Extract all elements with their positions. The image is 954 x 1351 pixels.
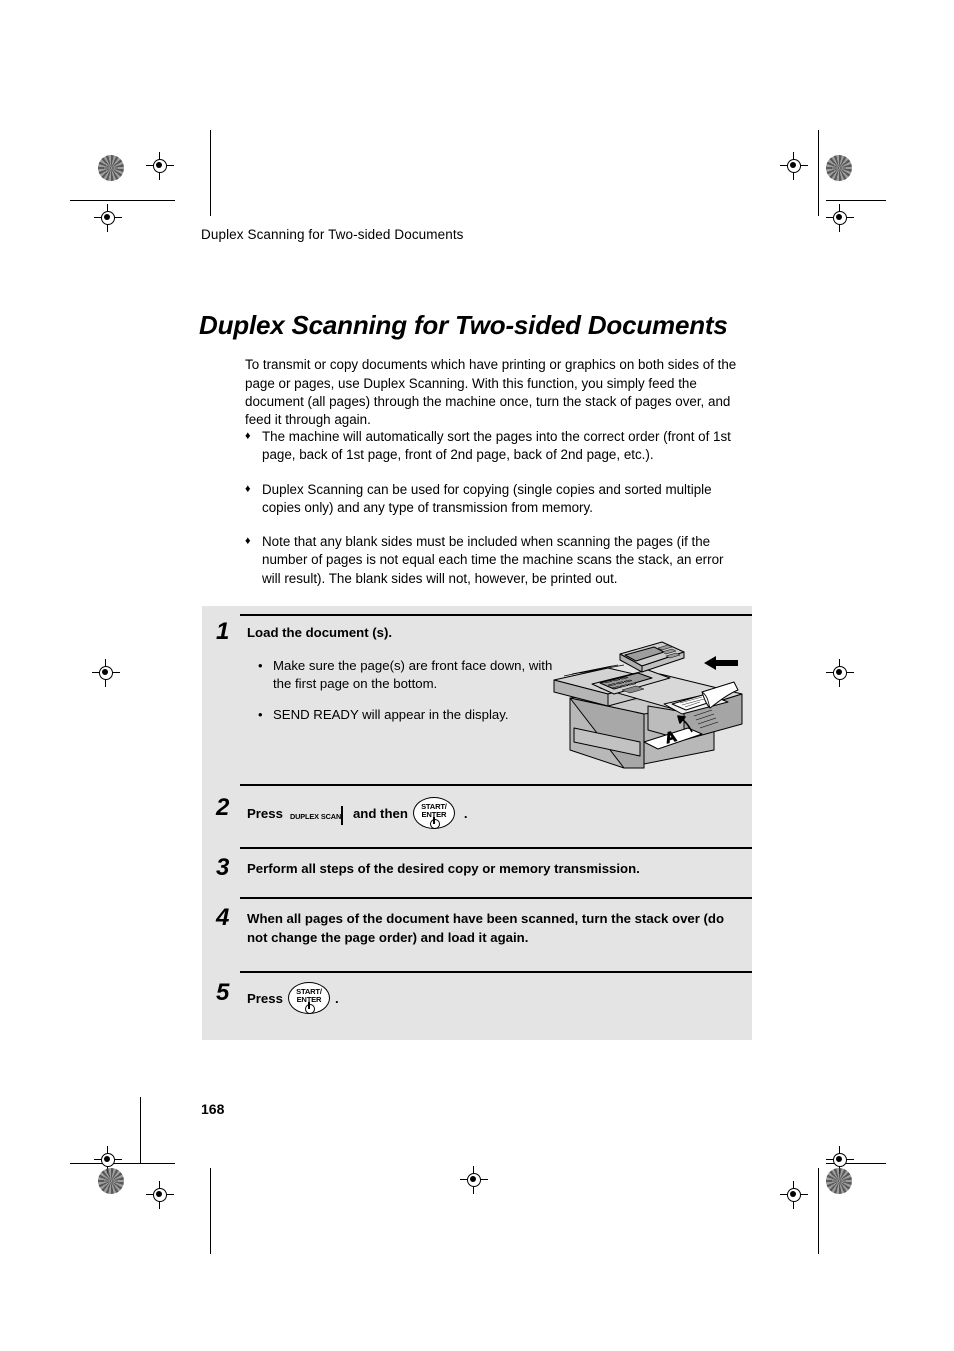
step-heading: Press DUPLEX SCAN and then START/ ENTER … bbox=[247, 797, 468, 829]
registration-target-top-left-inner bbox=[146, 152, 174, 180]
crop-line-bottom-left-vertical-2 bbox=[210, 1168, 211, 1254]
registration-target-top-right-inner bbox=[780, 152, 808, 180]
list-item: • SEND READY will appear in the display. bbox=[257, 706, 557, 724]
step-heading: When all pages of the document have been… bbox=[247, 911, 725, 945]
registration-target-bottom-center bbox=[460, 1166, 488, 1194]
step-number: 5 bbox=[216, 979, 230, 1006]
crop-line-top-right-vertical bbox=[818, 130, 819, 216]
trailing-period: . bbox=[334, 990, 339, 1006]
crop-line-bottom-left-vertical bbox=[140, 1097, 141, 1163]
step-heading: Load the document (s). bbox=[247, 625, 393, 640]
halftone-patch-top-right bbox=[826, 155, 852, 181]
round-bullet-icon: • bbox=[258, 658, 263, 673]
registration-target-top-right-outer bbox=[826, 204, 854, 232]
start-enter-key-icon[interactable]: START/ ENTER bbox=[412, 797, 455, 829]
crop-line-bottom-right-vertical bbox=[818, 1168, 819, 1254]
step-number: 2 bbox=[216, 794, 230, 821]
step-number: 1 bbox=[216, 618, 230, 645]
press-label: Press bbox=[247, 805, 283, 821]
duplex-scan-key-body bbox=[341, 805, 344, 823]
halftone-patch-bottom-right bbox=[826, 1168, 852, 1194]
press-label: Press bbox=[247, 990, 283, 1006]
step-heading: Press START/ ENTER . bbox=[247, 982, 339, 1014]
and-then-label: and then bbox=[352, 805, 408, 821]
step-divider-3-4 bbox=[240, 897, 752, 899]
intro-paragraph: To transmit or copy documents which have… bbox=[245, 357, 737, 428]
step-divider-4-5 bbox=[240, 971, 752, 973]
step-divider-2-3 bbox=[240, 847, 752, 849]
trailing-period: . bbox=[463, 805, 468, 821]
crop-line-bottom-left-horizontal bbox=[70, 1163, 175, 1164]
registration-target-bottom-left-lower bbox=[146, 1181, 174, 1209]
registration-target-bottom-right-lower bbox=[780, 1181, 808, 1209]
list-item: ♦ Note that any blank sides must be incl… bbox=[245, 533, 745, 588]
halftone-patch-bottom-left bbox=[98, 1168, 124, 1194]
list-item-text: The machine will automatically sort the … bbox=[262, 429, 731, 463]
diamond-bullet-icon: ♦ bbox=[245, 430, 251, 442]
list-item-text: Duplex Scanning can be used for copying … bbox=[262, 481, 712, 515]
diamond-bullet-icon: ♦ bbox=[245, 535, 251, 548]
list-item-text: Make sure the page(s) are front face dow… bbox=[273, 658, 553, 691]
diamond-bullet-icon: ♦ bbox=[245, 482, 251, 495]
registration-target-mid-right bbox=[826, 659, 854, 687]
duplex-scan-key-icon[interactable]: DUPLEX SCAN bbox=[290, 805, 346, 824]
step-divider-top bbox=[240, 614, 752, 616]
crop-line-top-left-vertical bbox=[210, 130, 211, 216]
round-bullet-icon: • bbox=[258, 707, 263, 722]
step-number: 3 bbox=[216, 854, 230, 881]
list-item-text: SEND READY will appear in the display. bbox=[273, 707, 509, 722]
fax-machine-drawing: A bbox=[553, 641, 743, 769]
step-substeps: • Make sure the page(s) are front face d… bbox=[257, 657, 557, 737]
duplex-scan-key-label: DUPLEX SCAN bbox=[289, 811, 342, 821]
list-item: • Make sure the page(s) are front face d… bbox=[257, 657, 557, 693]
step-heading: Perform all steps of the desired copy or… bbox=[247, 861, 640, 876]
registration-target-bottom-right-upper bbox=[826, 1146, 854, 1174]
registration-target-bottom-left-upper bbox=[94, 1146, 122, 1174]
page-number: 168 bbox=[201, 1101, 225, 1117]
procedure-panel: 1 Load the document (s). • Make sure the… bbox=[202, 606, 752, 1040]
fax-machine-illustration: A bbox=[552, 632, 750, 774]
list-item-text: Note that any blank sides must be includ… bbox=[262, 534, 724, 586]
crop-line-top-left-horizontal bbox=[70, 200, 175, 201]
step-divider-1-2 bbox=[240, 784, 752, 786]
crop-line-top-right-horizontal bbox=[826, 200, 886, 201]
page-title: Duplex Scanning for Two-sided Documents bbox=[199, 310, 728, 341]
crop-line-bottom-right-horizontal bbox=[826, 1163, 886, 1164]
start-enter-key-icon[interactable]: START/ ENTER bbox=[287, 982, 330, 1014]
registration-target-top-left-outer bbox=[94, 204, 122, 232]
power-symbol-bar bbox=[433, 816, 435, 824]
registration-target-mid-left bbox=[92, 659, 120, 687]
halftone-patch-top-left bbox=[98, 155, 124, 181]
step-number: 4 bbox=[216, 904, 230, 931]
list-item: ♦ The machine will automatically sort th… bbox=[245, 428, 745, 465]
power-symbol-icon bbox=[304, 1004, 315, 1014]
power-symbol-icon bbox=[429, 819, 440, 829]
running-head: Duplex Scanning for Two-sided Documents bbox=[201, 227, 464, 242]
list-item: ♦ Duplex Scanning can be used for copyin… bbox=[245, 481, 745, 518]
power-symbol-bar bbox=[308, 1001, 310, 1009]
notes-list: ♦ The machine will automatically sort th… bbox=[245, 428, 745, 604]
